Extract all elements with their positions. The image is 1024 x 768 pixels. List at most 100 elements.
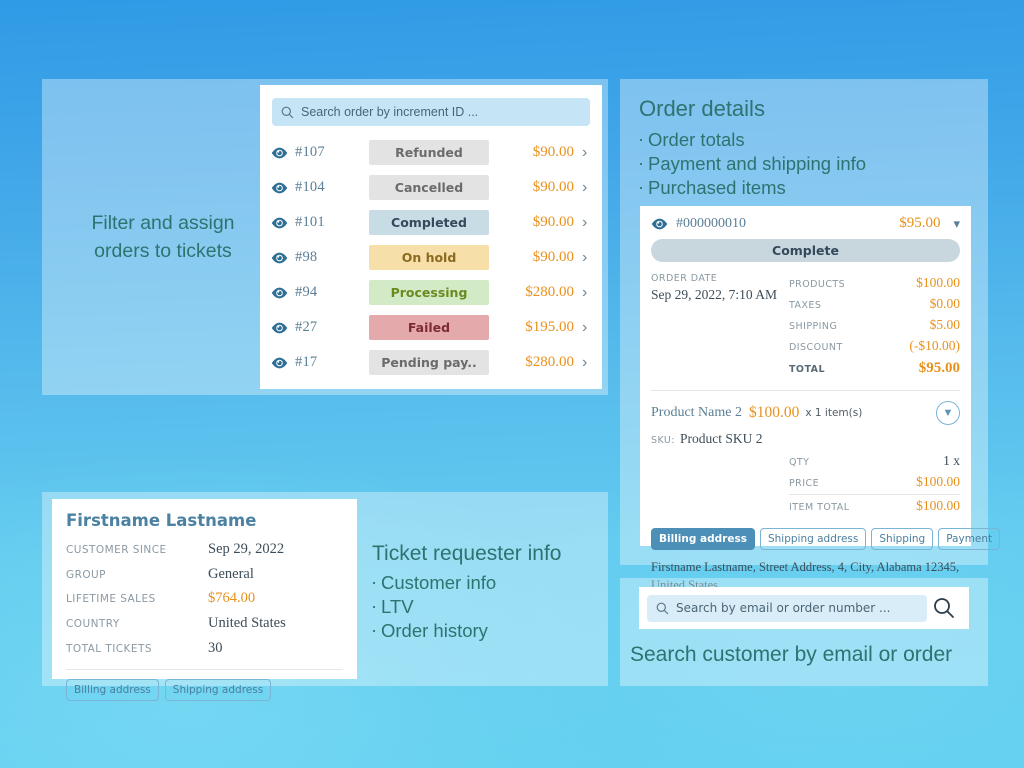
eye-icon[interactable] <box>651 218 668 230</box>
orders-annotation: Filter and assign orders to tickets <box>68 209 258 266</box>
product-price-value: $100.00 <box>916 472 960 493</box>
order-row[interactable]: #94Processing$280.00› <box>260 275 602 310</box>
product-name: Product Name 2 <box>651 405 742 421</box>
order-row-id: #101 <box>295 214 369 231</box>
orders-panel: Filter and assign orders to tickets Sear… <box>42 79 608 395</box>
order-details-title: Order details <box>639 94 979 123</box>
order-detail-card: #000000010 $95.00 ▾ Complete ORDER DATE … <box>640 206 971 546</box>
order-row-amount: $90.00 <box>489 179 582 196</box>
order-row[interactable]: #104Cancelled$90.00› <box>260 170 602 205</box>
customer-annotation-title: Ticket requester info <box>372 540 602 568</box>
customer-address-tabs: Billing address Shipping address <box>66 679 343 701</box>
product-qty-row: QTY 1 x <box>789 451 960 472</box>
eye-icon[interactable] <box>271 217 288 229</box>
customer-field-value: Sep 29, 2022 <box>208 537 284 562</box>
order-total-label: SHIPPING <box>789 320 837 335</box>
eye-icon[interactable] <box>271 182 288 194</box>
product-price-label: PRICE <box>789 477 819 492</box>
order-total-value: $5.00 <box>930 315 960 336</box>
divider <box>66 669 343 670</box>
customer-tab-shipping-address[interactable]: Shipping address <box>165 679 271 701</box>
product-header: Product Name 2 $100.00 x 1 item(s) ▼ <box>651 401 960 425</box>
order-details-bullet: Purchased items <box>639 176 979 200</box>
orders-card: Search order by increment ID ... #107Ref… <box>260 85 602 389</box>
chevron-right-icon[interactable]: › <box>582 284 592 302</box>
customer-field-row: GROUPGeneral <box>66 562 343 587</box>
product-item-total-label: ITEM TOTAL <box>789 501 849 516</box>
order-tab-shipping-address[interactable]: Shipping address <box>760 528 866 550</box>
order-row[interactable]: #101Completed$90.00› <box>260 205 602 240</box>
order-summary: ORDER DATE Sep 29, 2022, 7:10 AM PRODUCT… <box>651 273 960 380</box>
order-row[interactable]: #27Failed$195.00› <box>260 310 602 345</box>
order-row[interactable]: #17Pending pay..$280.00› <box>260 345 602 380</box>
order-details-annotation: Order details Order totalsPayment and sh… <box>639 94 979 200</box>
order-row[interactable]: #98On hold$90.00› <box>260 240 602 275</box>
order-row-id: #27 <box>295 319 369 336</box>
eye-icon[interactable] <box>271 147 288 159</box>
product-item-total-row: ITEM TOTAL $100.00 <box>789 496 960 517</box>
product-item-totals: QTY 1 x PRICE $100.00 ITEM TOTAL $100.00 <box>789 451 960 517</box>
chevron-right-icon[interactable]: › <box>582 144 592 162</box>
order-row-amount: $90.00 <box>489 214 582 231</box>
eye-icon[interactable] <box>271 287 288 299</box>
order-total-label: TAXES <box>789 299 821 314</box>
order-search-input[interactable]: Search order by increment ID ... <box>272 98 590 126</box>
order-row-status-badge: Refunded <box>369 140 489 165</box>
order-tab-payment[interactable]: Payment <box>938 528 1000 550</box>
customer-field-label: GROUP <box>66 567 208 585</box>
order-address-tabs: Billing addressShipping addressShippingP… <box>651 528 960 550</box>
customer-field-row: TOTAL TICKETS30 <box>66 636 343 661</box>
chevron-down-icon[interactable]: ▾ <box>953 216 960 232</box>
order-total-row: DISCOUNT(-$10.00) <box>789 336 960 357</box>
customer-fields: CUSTOMER SINCESep 29, 2022GROUPGeneral LI… <box>66 537 343 660</box>
customer-field-row: COUNTRYUnited States <box>66 611 343 636</box>
search-icon <box>933 597 955 619</box>
customer-annotation-bullet-list: Customer infoLTVOrder history <box>372 571 602 643</box>
eye-icon[interactable] <box>271 322 288 334</box>
order-details-panel: Order details Order totalsPayment and sh… <box>620 79 988 565</box>
customer-field-value: $764.00 <box>208 586 255 611</box>
order-details-bullet: Order totals <box>639 128 979 152</box>
order-grand-total-row: TOTAL$95.00 <box>789 357 960 380</box>
eye-icon[interactable] <box>271 252 288 264</box>
order-date-value: Sep 29, 2022, 7:10 AM <box>651 287 789 303</box>
eye-icon[interactable] <box>271 357 288 369</box>
customer-field-label: TOTAL TICKETS <box>66 641 208 659</box>
order-details-bullet: Payment and shipping info <box>639 152 979 176</box>
chevron-right-icon[interactable]: › <box>582 214 592 232</box>
order-row[interactable]: #107Refunded$90.00› <box>260 135 602 170</box>
product-qty-text: x 1 item(s) <box>805 407 862 419</box>
customer-field-label: CUSTOMER SINCE <box>66 542 208 560</box>
chevron-right-icon[interactable]: › <box>582 179 592 197</box>
order-tab-billing-address[interactable]: Billing address <box>651 528 755 550</box>
customer-annotation: Ticket requester info Customer infoLTVOr… <box>372 540 602 643</box>
order-row-id: #98 <box>295 249 369 266</box>
customer-tab-billing-address[interactable]: Billing address <box>66 679 159 701</box>
search-icon <box>656 602 669 615</box>
customer-field-label: LIFETIME SALES <box>66 591 208 609</box>
order-row-amount: $280.00 <box>489 354 582 371</box>
order-row-status-badge: Cancelled <box>369 175 489 200</box>
chevron-down-icon[interactable]: ▼ <box>936 401 960 425</box>
chevron-right-icon[interactable]: › <box>582 319 592 337</box>
customer-name: Firstname Lastname <box>66 511 343 530</box>
order-row-status-badge: Failed <box>369 315 489 340</box>
order-tab-shipping[interactable]: Shipping <box>871 528 933 550</box>
order-status-badge: Complete <box>651 239 960 262</box>
order-row-id: #17 <box>295 354 369 371</box>
order-row-id: #104 <box>295 179 369 196</box>
search-submit-button[interactable] <box>927 597 961 619</box>
orders-annotation-text: Filter and assign orders to tickets <box>68 209 258 266</box>
order-card-header[interactable]: #000000010 $95.00 ▾ <box>651 215 960 232</box>
order-row-id: #94 <box>295 284 369 301</box>
customer-search-input[interactable]: Search by email or order number ... <box>647 595 927 622</box>
customer-annotation-bullet: Order history <box>372 619 602 643</box>
search-annotation: Search customer by email or order <box>630 641 990 669</box>
order-row-amount: $90.00 <box>489 144 582 161</box>
customer-annotation-bullet: Customer info <box>372 571 602 595</box>
chevron-right-icon[interactable]: › <box>582 354 592 372</box>
order-row-amount: $195.00 <box>489 319 582 336</box>
order-date-block: ORDER DATE Sep 29, 2022, 7:10 AM <box>651 273 789 380</box>
chevron-right-icon[interactable]: › <box>582 249 592 267</box>
customer-field-row: CUSTOMER SINCESep 29, 2022 <box>66 537 343 562</box>
